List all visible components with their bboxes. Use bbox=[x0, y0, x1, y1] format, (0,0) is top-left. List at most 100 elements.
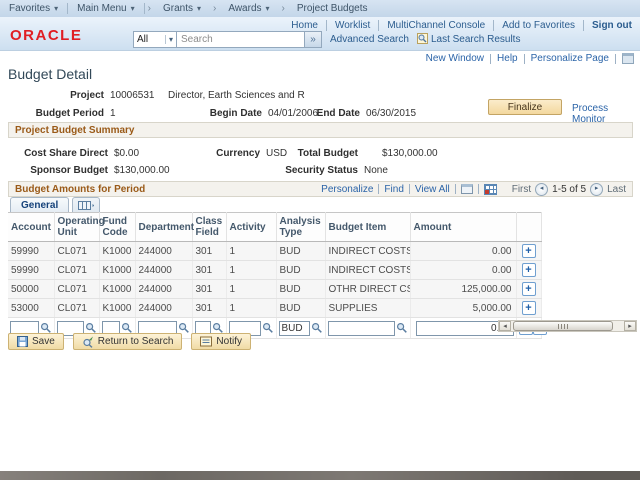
begin-date-label: Begin Date bbox=[200, 108, 262, 119]
cell-department: 244000 bbox=[135, 261, 192, 280]
view-all-link[interactable]: View All bbox=[415, 184, 450, 195]
cell-amount: 5,000.00 bbox=[410, 299, 516, 318]
column-header-activity: Activity bbox=[226, 213, 276, 242]
cell-amount: 125,000.00 bbox=[410, 280, 516, 299]
currency-label: Currency bbox=[200, 148, 260, 159]
breadcrumb-item-grants[interactable]: Grants ▾ bbox=[154, 3, 210, 14]
cell-activity: 1 bbox=[226, 280, 276, 299]
find-link[interactable]: Find bbox=[384, 184, 403, 195]
notify-button[interactable]: Notify bbox=[191, 333, 251, 350]
budget-period-value: 1 bbox=[110, 108, 116, 119]
pager-next-icon[interactable]: ▸ bbox=[590, 183, 603, 196]
breadcrumb: Favorites ▾ Main Menu ▾ › Grants ▾ › Awa… bbox=[0, 0, 640, 18]
lookup-icon[interactable] bbox=[262, 322, 274, 334]
new-window-link[interactable]: New Window bbox=[426, 53, 484, 64]
summary-row-2: Sponsor Budget $130,000.00 Security Stat… bbox=[0, 165, 640, 179]
nav-link-add-to-favorites[interactable]: Add to Favorites bbox=[502, 20, 575, 31]
table-row: 59990 CL071 K1000 244000 301 1 BUD INDIR… bbox=[8, 261, 541, 280]
breadcrumb-item-project-budgets[interactable]: Project Budgets bbox=[288, 3, 377, 14]
add-row-button[interactable]: + bbox=[522, 282, 536, 296]
cell-budget-item: INDIRECT COSTS bbox=[325, 261, 410, 280]
cell-account: 59990 bbox=[8, 242, 54, 261]
cell-budget-item: OTHR DIRECT CST bbox=[325, 280, 410, 299]
scrollbar-thumb[interactable] bbox=[513, 321, 613, 331]
analysis-type-input[interactable] bbox=[279, 321, 310, 336]
scroll-left-icon[interactable]: ◂ bbox=[499, 321, 511, 331]
sign-out-link[interactable]: Sign out bbox=[592, 20, 632, 31]
return-to-search-button[interactable]: Return to Search bbox=[73, 333, 183, 350]
cell-analysis-type: BUD bbox=[276, 242, 325, 261]
column-header-operating-unit: Operating Unit bbox=[54, 213, 99, 242]
show-all-columns-icon bbox=[78, 201, 94, 210]
layout-icon[interactable] bbox=[622, 53, 634, 64]
search-go-button[interactable]: » bbox=[305, 31, 322, 48]
pager-previous-icon[interactable]: ◂ bbox=[535, 183, 548, 196]
chevron-down-icon: ▾ bbox=[131, 4, 135, 13]
nav-divider bbox=[378, 20, 379, 31]
favorites-menu[interactable]: Favorites ▾ bbox=[0, 3, 67, 14]
cell-department: 244000 bbox=[135, 299, 192, 318]
nav-divider bbox=[493, 20, 494, 31]
cell-operating-unit: CL071 bbox=[54, 261, 99, 280]
security-status-label: Security Status bbox=[280, 165, 358, 176]
breadcrumb-item-awards[interactable]: Awards ▾ bbox=[219, 3, 278, 14]
cell-account: 53000 bbox=[8, 299, 54, 318]
breadcrumb-separator-icon: › bbox=[145, 3, 154, 14]
help-link[interactable]: Help bbox=[497, 53, 518, 64]
grid-pager: First ◂ 1-5 of 5 ▸ Last bbox=[512, 183, 626, 196]
cell-class-field: 301 bbox=[192, 299, 226, 318]
nav-divider bbox=[326, 20, 327, 31]
nav-link-worklist[interactable]: Worklist bbox=[335, 20, 370, 31]
cell-budget-item: INDIRECT COSTS bbox=[325, 242, 410, 261]
personalize-page-link[interactable]: Personalize Page bbox=[531, 53, 609, 64]
budget-detail-page: Favorites ▾ Main Menu ▾ › Grants ▾ › Awa… bbox=[0, 0, 640, 480]
project-label: Project bbox=[28, 90, 104, 101]
cell-class-field: 301 bbox=[192, 242, 226, 261]
add-row-button[interactable]: + bbox=[522, 301, 536, 315]
personalize-link[interactable]: Personalize bbox=[321, 184, 373, 195]
budget-item-input[interactable] bbox=[328, 321, 395, 336]
nav-link-multichannel-console[interactable]: MultiChannel Console bbox=[387, 20, 485, 31]
zoom-grid-icon[interactable] bbox=[461, 184, 473, 194]
link-divider bbox=[615, 54, 616, 64]
save-button[interactable]: Save bbox=[8, 333, 64, 350]
add-row-button[interactable]: + bbox=[522, 263, 536, 277]
return-to-search-icon bbox=[82, 336, 94, 348]
finalize-button[interactable]: Finalize bbox=[488, 99, 562, 115]
link-divider bbox=[490, 54, 491, 64]
table-row: 50000 CL071 K1000 244000 301 1 BUD OTHR … bbox=[8, 280, 541, 299]
last-search-results-link[interactable]: Last Search Results bbox=[431, 34, 521, 45]
horizontal-scrollbar: ◂ ▸ bbox=[498, 320, 637, 332]
pager-first-link[interactable]: First bbox=[512, 184, 531, 195]
main-menu[interactable]: Main Menu ▾ bbox=[68, 3, 143, 14]
search-input[interactable] bbox=[177, 31, 305, 48]
advanced-search-link[interactable]: Advanced Search bbox=[330, 34, 409, 45]
end-date-label: End Date bbox=[312, 108, 360, 119]
project-description-value: Director, Earth Sciences and R bbox=[168, 90, 305, 101]
lookup-icon[interactable] bbox=[311, 322, 323, 334]
tab-general[interactable]: General bbox=[10, 197, 69, 213]
scrollbar-track[interactable] bbox=[511, 321, 624, 331]
footer-toolbar: Save Return to Search Notify bbox=[8, 333, 251, 350]
budget-period-label: Budget Period bbox=[18, 108, 104, 119]
column-header-fund-code: Fund Code bbox=[99, 213, 135, 242]
column-header-class-field: Class Field bbox=[192, 213, 226, 242]
scroll-right-icon[interactable]: ▸ bbox=[624, 321, 636, 331]
chevron-down-icon: ▾ bbox=[165, 35, 173, 44]
cell-analysis-type: BUD bbox=[276, 280, 325, 299]
search-scope-select[interactable]: All ▾ bbox=[133, 31, 177, 48]
pager-last-link[interactable]: Last bbox=[607, 184, 626, 195]
lookup-icon[interactable] bbox=[396, 322, 408, 334]
column-header-account: Account bbox=[8, 213, 54, 242]
show-all-columns-tab[interactable] bbox=[72, 197, 100, 213]
chevron-down-icon: ▾ bbox=[197, 4, 201, 13]
cell-amount: 0.00 bbox=[410, 261, 516, 280]
cell-account: 59990 bbox=[8, 261, 54, 280]
cost-share-label: Cost Share Direct bbox=[8, 148, 108, 159]
add-row-button[interactable]: + bbox=[522, 244, 536, 258]
nav-link-home[interactable]: Home bbox=[291, 20, 318, 31]
download-grid-icon[interactable] bbox=[484, 184, 497, 195]
breadcrumb-label: Grants bbox=[163, 3, 193, 14]
cell-budget-item: SUPPLIES bbox=[325, 299, 410, 318]
cell-analysis-type: BUD bbox=[276, 299, 325, 318]
